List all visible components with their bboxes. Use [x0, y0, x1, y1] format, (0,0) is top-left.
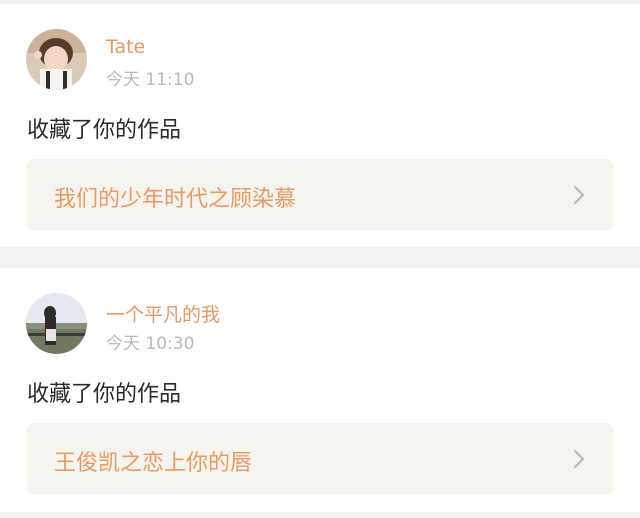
notification-card: 一个平凡的我 今天 10:30 收藏了你的作品 王俊凯之恋上你的唇 [0, 268, 640, 512]
work-title: 王俊凯之恋上你的唇 [54, 451, 253, 476]
notification-card: Tate 今天 11:10 收藏了你的作品 我们的少年时代之顾染慕 [0, 4, 640, 247]
username[interactable]: Tate [106, 36, 145, 58]
work-link[interactable]: 我们的少年时代之顾染慕 [27, 159, 613, 230]
timestamp: 今天 10:30 [106, 334, 195, 354]
work-link[interactable]: 王俊凯之恋上你的唇 [27, 423, 613, 494]
avatar-photo-icon [26, 29, 87, 90]
chevron-right-icon [573, 449, 585, 469]
user-avatar[interactable] [26, 293, 87, 354]
work-title: 我们的少年时代之顾染慕 [54, 187, 297, 212]
avatar-photo-icon [26, 293, 87, 354]
timestamp: 今天 11:10 [106, 70, 195, 90]
action-text: 收藏了你的作品 [27, 382, 182, 407]
notification-feed: Tate 今天 11:10 收藏了你的作品 我们的少年时代之顾染慕 一个平凡的我… [0, 0, 640, 518]
username[interactable]: 一个平凡的我 [106, 300, 220, 327]
action-text: 收藏了你的作品 [27, 118, 182, 143]
user-avatar[interactable] [26, 29, 87, 90]
chevron-right-icon [573, 185, 585, 205]
